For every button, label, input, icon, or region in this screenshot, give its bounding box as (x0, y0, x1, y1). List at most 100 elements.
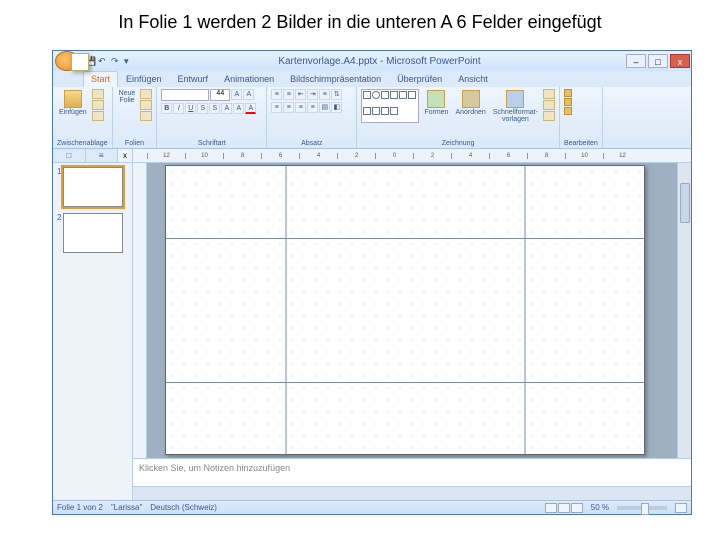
fit-window-button[interactable] (675, 503, 687, 513)
reset-button[interactable] (140, 100, 152, 110)
window-title: Kartenvorlage.A4.pptx - Microsoft PowerP… (134, 56, 625, 67)
paragraph-label: Absatz (271, 140, 352, 148)
maximize-button[interactable]: □ (648, 54, 668, 68)
tab-bildschirmpraesentation[interactable]: Bildschirmpräsentation (282, 71, 389, 87)
tab-ueberpruefen[interactable]: Überprüfen (389, 71, 450, 87)
zoom-level[interactable]: 50 % (591, 503, 609, 512)
align-center-button[interactable]: ≡ (283, 102, 294, 113)
shapes-icon (427, 90, 445, 108)
arrange-button[interactable]: Anordnen (453, 89, 487, 117)
strike-button[interactable]: S (197, 103, 208, 114)
font-size-box[interactable]: 44 (210, 89, 230, 101)
normal-view-button[interactable] (545, 503, 557, 513)
group-clipboard: Einfügen Zwischenablage (53, 87, 113, 148)
bullets-button[interactable]: ≡ (271, 89, 282, 100)
scrollbar-thumb[interactable] (680, 183, 690, 223)
shape-fill-button[interactable] (543, 89, 555, 99)
italic-button[interactable]: I (173, 103, 184, 114)
indent-inc-button[interactable]: ⇥ (307, 89, 318, 100)
slides-label: Folien (117, 140, 153, 148)
tab-entwurf[interactable]: Entwurf (170, 71, 217, 87)
tab-start[interactable]: Start (83, 71, 118, 87)
qat-more-icon[interactable]: ▾ (124, 56, 134, 66)
group-editing: Bearbeiten (560, 87, 603, 148)
align-left-button[interactable]: ≡ (271, 102, 282, 113)
panel-close-button[interactable]: x (118, 149, 132, 162)
case-button[interactable]: A (233, 103, 244, 114)
quick-styles-button[interactable]: Schnellformat- vorlagen (491, 89, 540, 124)
slide-canvas-area[interactable] (147, 163, 677, 458)
underline-button[interactable]: U (185, 103, 196, 114)
shape-outline-button[interactable] (543, 100, 555, 110)
delete-button[interactable] (140, 111, 152, 121)
bold-button[interactable]: B (161, 103, 172, 114)
numbering-button[interactable]: ≡ (283, 89, 294, 100)
group-paragraph: ≡ ≡ ⇤ ⇥ ≡ ⇅ ≡ ≡ ≡ ≡ ▤ ◧ (267, 87, 357, 148)
shape-effects-button[interactable] (543, 111, 555, 121)
vertical-scrollbar[interactable] (677, 163, 691, 458)
powerpoint-window: 💾 ↶ ↷ ▾ Kartenvorlage.A4.pptx - Microsof… (52, 50, 692, 515)
clipboard-label: Zwischenablage (57, 140, 108, 148)
slide-thumbnail-2[interactable] (63, 213, 123, 253)
line-spacing-button[interactable]: ≡ (319, 89, 330, 100)
thumb-number-1: 1 (57, 167, 61, 176)
tab-einfuegen[interactable]: Einfügen (118, 71, 170, 87)
slideshow-view-button[interactable] (571, 503, 583, 513)
shrink-font-button[interactable]: A (243, 89, 254, 100)
redo-icon[interactable]: ↷ (111, 56, 121, 66)
shapes-gallery[interactable] (361, 89, 419, 123)
notes-pane[interactable]: Klicken Sie, um Notizen hinzuzufügen (133, 458, 691, 486)
select-button[interactable] (564, 107, 572, 115)
editor-area: 12108642024681012 Klicken Sie, um Notize… (133, 149, 691, 500)
vertical-ruler (133, 163, 147, 458)
close-button[interactable]: x (670, 54, 690, 68)
tab-animationen[interactable]: Animationen (216, 71, 282, 87)
slide-canvas[interactable] (165, 165, 645, 455)
slide-thumbnail-1[interactable] (63, 167, 123, 207)
paste-button[interactable]: Einfügen (57, 89, 89, 117)
status-language[interactable]: Deutsch (Schweiz) (150, 503, 217, 512)
font-family-box[interactable] (161, 89, 209, 101)
new-slide-icon (71, 53, 89, 71)
workspace: □ ≡ x 1 2 12108642024681012 (53, 149, 691, 500)
shadow-button[interactable]: S (209, 103, 220, 114)
font-label: Schriftart (161, 140, 262, 148)
horizontal-scrollbar[interactable] (133, 486, 691, 500)
justify-button[interactable]: ≡ (307, 102, 318, 113)
copy-button[interactable] (92, 100, 104, 110)
zoom-slider[interactable] (617, 506, 667, 510)
outline-tab[interactable]: ≡ (86, 149, 119, 162)
spacing-button[interactable]: A (221, 103, 232, 114)
quick-styles-icon (506, 90, 524, 108)
smartart-button[interactable]: ◧ (331, 102, 342, 113)
drawing-label: Zeichnung (361, 140, 555, 148)
new-slide-button[interactable]: Neue Folie (117, 89, 138, 105)
ribbon-tabs: Start Einfügen Entwurf Animationen Bilds… (53, 71, 691, 87)
sorter-view-button[interactable] (558, 503, 570, 513)
minimize-button[interactable]: – (626, 54, 646, 68)
status-theme: "Larissa" (111, 503, 142, 512)
columns-button[interactable]: ▤ (319, 102, 330, 113)
paste-icon (64, 90, 82, 108)
cut-button[interactable] (92, 89, 104, 99)
indent-dec-button[interactable]: ⇤ (295, 89, 306, 100)
find-button[interactable] (564, 89, 572, 97)
format-painter-button[interactable] (92, 111, 104, 121)
group-drawing: Formen Anordnen Schnellformat- vorlagen … (357, 87, 560, 148)
status-slide-count: Folie 1 von 2 (57, 503, 103, 512)
undo-icon[interactable]: ↶ (98, 56, 108, 66)
align-right-button[interactable]: ≡ (295, 102, 306, 113)
slides-tab[interactable]: □ (53, 149, 86, 162)
layout-button[interactable] (140, 89, 152, 99)
replace-button[interactable] (564, 98, 572, 106)
group-slides: Neue Folie Folien (113, 87, 158, 148)
grow-font-button[interactable]: A (231, 89, 242, 100)
font-color-button[interactable]: A (245, 103, 256, 114)
page-caption: In Folie 1 werden 2 Bilder in die untere… (0, 0, 720, 43)
editing-label: Bearbeiten (564, 140, 598, 148)
shapes-button[interactable]: Formen (422, 89, 450, 117)
arrange-icon (462, 90, 480, 108)
text-direction-button[interactable]: ⇅ (331, 89, 342, 100)
slides-panel: □ ≡ x 1 2 (53, 149, 133, 500)
tab-ansicht[interactable]: Ansicht (450, 71, 496, 87)
